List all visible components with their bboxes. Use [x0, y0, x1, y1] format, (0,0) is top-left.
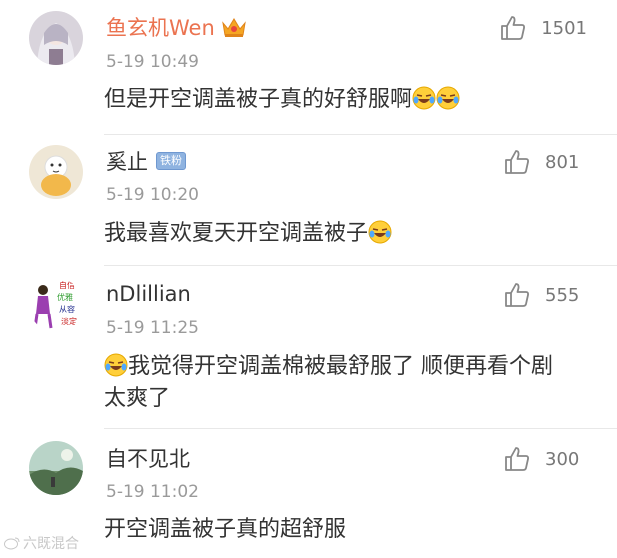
comment-time: 5-19 11:02	[106, 482, 199, 502]
thumbs-up-icon	[501, 16, 526, 40]
comment-time: 5-19 10:49	[106, 52, 199, 72]
username[interactable]: nDlillian	[106, 282, 191, 306]
avatar-text: 淡定	[61, 316, 77, 326]
laugh-cry-emoji-icon	[436, 86, 460, 110]
like-button[interactable]: 300	[503, 445, 587, 473]
vip-crown-icon	[221, 18, 246, 37]
like-button[interactable]: 555	[503, 281, 587, 309]
laugh-cry-emoji-icon	[412, 86, 436, 110]
avatar[interactable]: 自信 优雅 从容 淡定	[29, 278, 83, 332]
divider	[104, 265, 617, 266]
divider	[104, 134, 617, 135]
divider	[104, 428, 617, 429]
thumbs-up-icon	[505, 283, 529, 307]
like-button[interactable]: 801	[503, 148, 587, 176]
comment-text: 开空调盖被子真的超舒服	[104, 517, 347, 542]
comment-time: 5-19 10:20	[106, 185, 199, 205]
avatar-text: 自信	[59, 280, 75, 290]
username[interactable]: 奚止	[106, 146, 148, 176]
avatar-text: 优雅	[57, 292, 73, 302]
avatar-text: 从容	[59, 304, 75, 314]
like-count: 1501	[541, 17, 587, 39]
like-count: 300	[545, 448, 580, 470]
username[interactable]: 自不见北	[106, 443, 190, 473]
fan-badge: 铁粉	[156, 152, 186, 170]
like-button[interactable]: 1501	[499, 14, 587, 42]
avatar[interactable]	[29, 11, 83, 65]
watermark-text: 六既混合	[23, 536, 79, 552]
watermark: 六既混合	[4, 533, 79, 553]
comment-text: 我觉得开空调盖棉被最舒服了 顺便再看个剧 太爽了	[104, 353, 553, 411]
laugh-cry-emoji-icon	[368, 220, 392, 244]
thumbs-up-icon	[505, 447, 529, 471]
like-count: 801	[545, 151, 580, 173]
avatar[interactable]	[29, 145, 83, 199]
username[interactable]: 鱼玄机Wen	[106, 12, 215, 42]
laugh-cry-emoji-icon	[104, 353, 128, 377]
like-count: 555	[545, 284, 580, 306]
thumbs-up-icon	[505, 150, 529, 174]
weibo-logo-icon	[4, 537, 20, 550]
avatar[interactable]	[29, 441, 83, 495]
comment-time: 5-19 11:25	[106, 318, 199, 338]
comment-text: 但是开空调盖被子真的好舒服啊	[104, 84, 594, 116]
comment-text: 我最喜欢夏天开空调盖被子	[104, 218, 594, 250]
